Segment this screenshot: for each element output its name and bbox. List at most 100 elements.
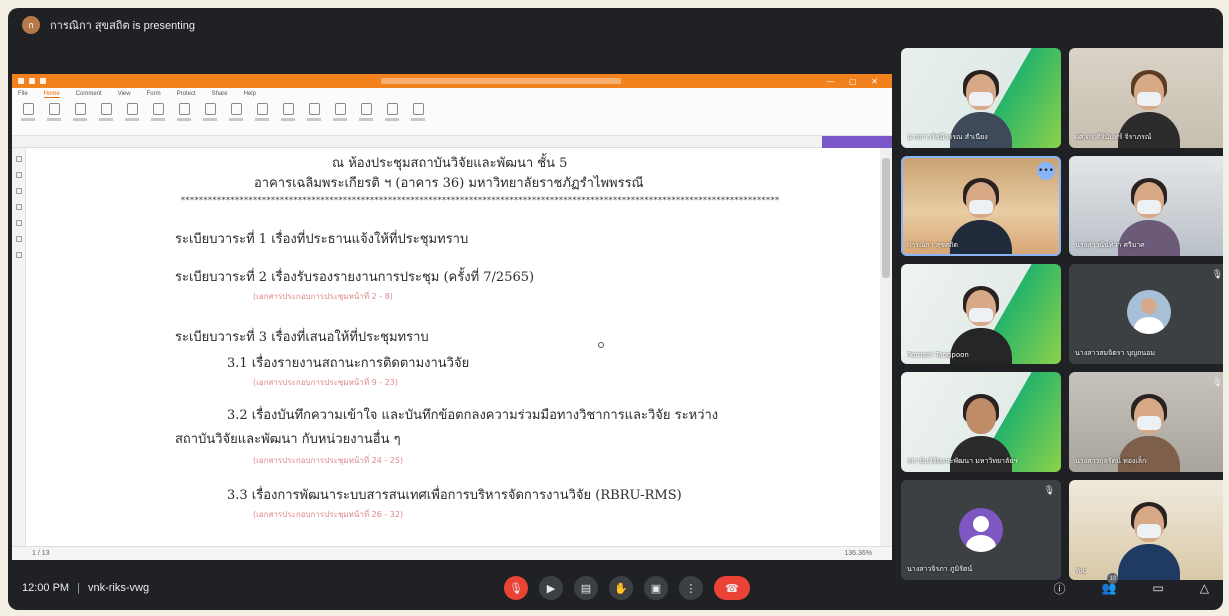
menu-form[interactable]: Form xyxy=(147,91,161,97)
captions-button[interactable]: ▤ xyxy=(574,576,598,600)
clipboard-button[interactable] xyxy=(96,103,116,121)
mic-toggle-button[interactable]: 🎙 xyxy=(504,576,528,600)
file-attach-button[interactable] xyxy=(330,103,350,121)
pdf-left-rail xyxy=(12,148,26,546)
leave-call-button[interactable]: ☎ xyxy=(714,576,750,600)
zoom-icon xyxy=(126,103,138,115)
hand-tool-button[interactable] xyxy=(18,103,38,121)
doc-heading-building: อาคารเฉลิมพระเกียรติ ฯ (อาคาร 36) มหาวิท… xyxy=(254,176,644,191)
layers-panel-icon[interactable] xyxy=(15,188,22,194)
agenda-2-ref: (เอกสารประกอบการประชุมหน้าที่ 2 - 8) xyxy=(253,292,393,301)
camera-toggle-button[interactable]: ▶ xyxy=(539,576,563,600)
select-text-button[interactable] xyxy=(44,103,64,121)
participant-tile-speaking[interactable]: ••• การณิกา สุขสถิต xyxy=(901,156,1061,256)
menu-file[interactable]: File xyxy=(18,91,28,97)
activities-button[interactable]: △ xyxy=(1182,581,1209,595)
raise-hand-button[interactable]: ✋ xyxy=(609,576,633,600)
item-3-1-ref: (เอกสารประกอบการประชุมหน้าที่ 9 - 23) xyxy=(253,378,398,387)
zoom-level[interactable]: 136.36% xyxy=(844,550,872,557)
attachments-panel-icon[interactable] xyxy=(15,220,22,226)
item-3-2-line2: สถาบันวิจัยและพัฒนา กับหน่วยงานอื่น ๆ xyxy=(175,432,401,447)
pdf-menubar: File Home Comment View Form Protect Shar… xyxy=(12,88,892,100)
agenda-2: ระเบียบวาระที่ 2 เรื่องรับรองรายงานการปร… xyxy=(175,270,535,285)
more-vertical-icon: ⋮ xyxy=(685,582,697,595)
link-icon xyxy=(282,103,294,115)
search-panel-icon[interactable] xyxy=(15,252,22,258)
call-controls: 🎙 ▶ ▤ ✋ ▣ ⋮ ☎ xyxy=(504,576,761,600)
participant-tile[interactable]: สถาบันวิจัยและพัฒนา มหาวิทยาลัยฯ xyxy=(901,372,1061,472)
app-logo-icon xyxy=(18,78,24,84)
pdf-scrollbar[interactable] xyxy=(880,148,892,546)
mic-off-icon: 🎙 xyxy=(1211,270,1223,280)
hang-up-icon: ☎ xyxy=(725,582,739,595)
more-options-button[interactable]: ⋮ xyxy=(679,576,703,600)
mic-off-icon: 🎙 xyxy=(1211,486,1223,496)
image-icon xyxy=(360,103,372,115)
pen-icon xyxy=(412,103,424,115)
participant-tile[interactable]: ผศ.ดร.ศิรินันทร์ จิราภรณ์ xyxy=(1069,48,1223,148)
info-icon: ⓘ xyxy=(1053,581,1066,596)
fit-width-button[interactable] xyxy=(174,103,194,121)
audio-video-button[interactable] xyxy=(382,103,402,121)
menu-share[interactable]: Share xyxy=(212,91,228,97)
snapshot-button[interactable] xyxy=(70,103,90,121)
page-indicator[interactable]: 1 / 13 xyxy=(32,550,50,557)
pdf-ribbon xyxy=(12,100,892,136)
meet-window: ก การณิกา สุขสถิต is presenting — ▢ ✕ Fi… xyxy=(8,8,1223,610)
pdf-sign-banner[interactable] xyxy=(822,135,892,148)
menu-home[interactable]: Home xyxy=(43,91,60,98)
typewriter-icon xyxy=(230,103,242,115)
participant-tile[interactable]: 🎙 นางสาวจิรภา ภูมิรัตน์ xyxy=(901,480,1061,580)
item-3-3: 3.3 เรื่องการพัฒนาระบบสารสนเทศเพื่อการบร… xyxy=(227,488,682,503)
rotate-button[interactable] xyxy=(200,103,220,121)
presenter-bar: ก การณิกา สุขสถิต is presenting xyxy=(8,8,1223,42)
doc-separator: ****************************************… xyxy=(181,196,780,205)
comments-panel-icon[interactable] xyxy=(15,204,22,210)
pages-panel-icon[interactable] xyxy=(15,172,22,178)
people-button[interactable]: 👥 10 xyxy=(1083,573,1119,595)
typewriter-button[interactable] xyxy=(226,103,246,121)
zoom-button[interactable] xyxy=(122,103,142,121)
chat-button[interactable]: ▭ xyxy=(1134,581,1163,595)
default-avatar-icon xyxy=(959,508,1003,552)
presenter-avatar: ก xyxy=(22,16,40,34)
link-button[interactable] xyxy=(278,103,298,121)
participant-tile[interactable]: 🎙 นางสาวกุลรัตน์ ทองเล็ก xyxy=(1069,372,1223,472)
hand-icon xyxy=(22,103,34,115)
participant-tile[interactable]: นางสาวรัชนีวรรณ สำเนียง xyxy=(901,48,1061,148)
chat-icon: ▭ xyxy=(1152,581,1164,595)
participant-name: นางสาวรัชนีวรรณ สำเนียง xyxy=(907,133,988,141)
participant-tile-self[interactable]: 🎙 You xyxy=(1069,480,1223,580)
meeting-code[interactable]: vnk-riks-vwg xyxy=(88,582,149,594)
clock: 12:00 PM xyxy=(22,582,70,594)
menu-protect[interactable]: Protect xyxy=(177,91,196,97)
hand-icon: ✋ xyxy=(614,582,628,595)
shared-screen[interactable]: — ▢ ✕ File Home Comment View Form Protec… xyxy=(12,74,892,560)
highlight-button[interactable] xyxy=(252,103,272,121)
agenda-1: ระเบียบวาระที่ 1 เรื่องที่ประธานแจ้งให้ท… xyxy=(175,232,469,247)
participant-tile[interactable]: 🎙 นางสาวนันทิวา ศรีมาศ xyxy=(1069,156,1223,256)
camera-icon: ▶ xyxy=(546,582,556,595)
pdf-tab-bar xyxy=(12,135,892,148)
participant-tile[interactable]: 🎙 นางสาวสมจิตรา บุญถนอม xyxy=(1069,264,1223,364)
menu-comment[interactable]: Comment xyxy=(76,91,102,97)
image-button[interactable] xyxy=(356,103,376,121)
pdf-page: ณ ห้องประชุมสถาบันวิจัยและพัฒนา ชั้น 5 อ… xyxy=(28,148,880,546)
menu-help[interactable]: Help xyxy=(244,91,256,97)
fill-sign-button[interactable] xyxy=(408,103,428,121)
meeting-details-button[interactable]: ⓘ xyxy=(1035,580,1065,597)
present-button[interactable]: ▣ xyxy=(644,576,668,600)
file-icon xyxy=(334,103,346,115)
bookmark-button[interactable] xyxy=(304,103,324,121)
fit-page-button[interactable] xyxy=(148,103,168,121)
bookmarks-panel-icon[interactable] xyxy=(15,156,22,162)
speaking-indicator xyxy=(901,156,1061,256)
present-screen-icon: ▣ xyxy=(650,582,662,595)
signature-panel-icon[interactable] xyxy=(15,236,22,242)
video-icon xyxy=(386,103,398,115)
menu-view[interactable]: View xyxy=(118,91,131,97)
participant-tile[interactable]: Pornsiri Tangpoon xyxy=(901,264,1061,364)
mouse-cursor-icon xyxy=(598,342,604,348)
people-count-badge: 10 xyxy=(1107,573,1119,584)
doc-heading-room: ณ ห้องประชุมสถาบันวิจัยและพัฒนา ชั้น 5 xyxy=(332,156,568,171)
